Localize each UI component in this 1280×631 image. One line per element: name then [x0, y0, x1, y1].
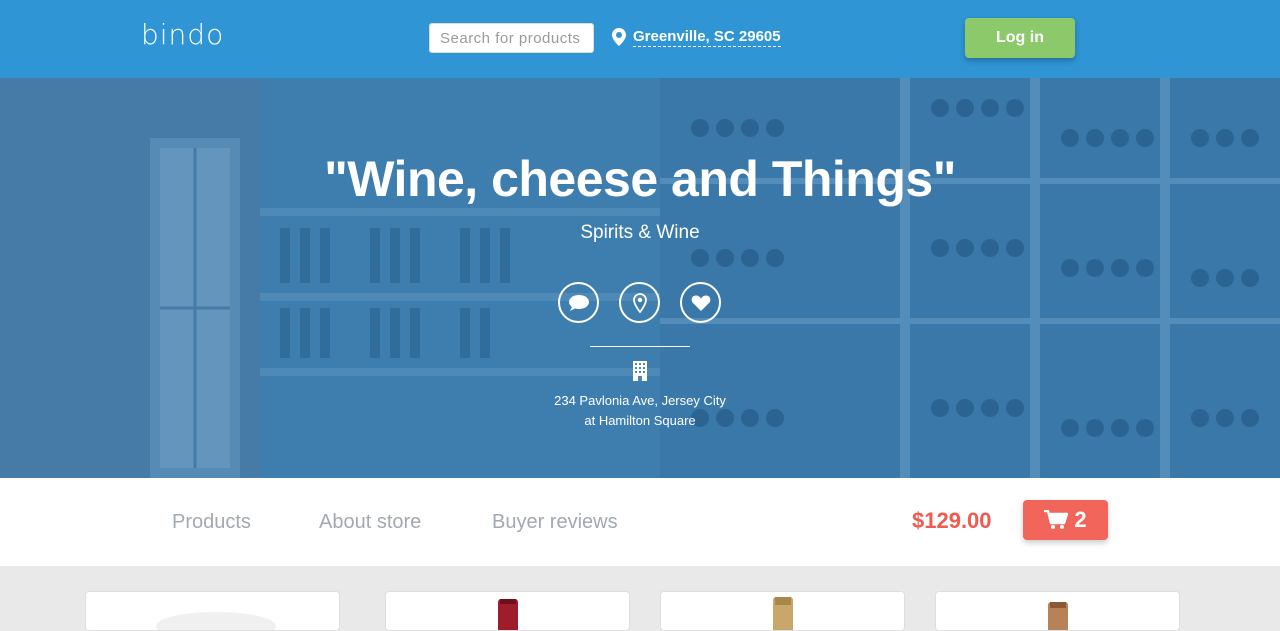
cart-count: 2	[1074, 507, 1087, 532]
store-category: Spirits & Wine	[580, 222, 700, 243]
product-card[interactable]	[660, 591, 905, 631]
product-card[interactable]	[935, 591, 1180, 631]
store-navbar: Products About store Buyer reviews $129.…	[0, 478, 1280, 566]
bindo-logo[interactable]: bindo	[141, 18, 224, 51]
cart-total: $129.00	[912, 508, 992, 533]
favorite-button[interactable]	[680, 282, 721, 323]
heart-icon	[691, 295, 710, 311]
product-image	[156, 612, 276, 630]
map-pin-icon	[632, 292, 647, 313]
login-button[interactable]: Log in	[965, 18, 1075, 58]
building-icon	[633, 361, 647, 381]
store-address-line2: at Hamilton Square	[584, 413, 696, 428]
shopping-cart-icon	[1044, 510, 1069, 529]
store-hero: "Wine, cheese and Things" Spirits & Wine…	[0, 78, 1280, 478]
tab-products[interactable]: Products	[172, 511, 251, 534]
store-address-line1: 234 Pavlonia Ave, Jersey City	[554, 393, 726, 408]
tab-buyer-reviews[interactable]: Buyer reviews	[492, 511, 618, 534]
top-header: bindo Greenville, SC 29605 Log in	[0, 0, 1280, 78]
wine-bottle-image	[498, 599, 518, 630]
search-input[interactable]	[429, 23, 594, 53]
wine-bottle-image	[1048, 602, 1068, 630]
location-pin-icon	[612, 28, 626, 46]
store-title: "Wine, cheese and Things"	[324, 151, 956, 207]
directions-button[interactable]	[619, 282, 660, 323]
product-card[interactable]	[385, 591, 630, 631]
product-grid	[0, 566, 1280, 631]
chat-bubble-icon	[568, 294, 589, 311]
product-card[interactable]	[85, 591, 340, 631]
message-button[interactable]	[558, 282, 599, 323]
wine-bottle-image	[773, 597, 793, 630]
hero-divider	[590, 346, 690, 347]
cart-button[interactable]: 2	[1023, 500, 1108, 540]
tab-about-store[interactable]: About store	[319, 511, 421, 534]
location-link[interactable]: Greenville, SC 29605	[633, 29, 781, 47]
